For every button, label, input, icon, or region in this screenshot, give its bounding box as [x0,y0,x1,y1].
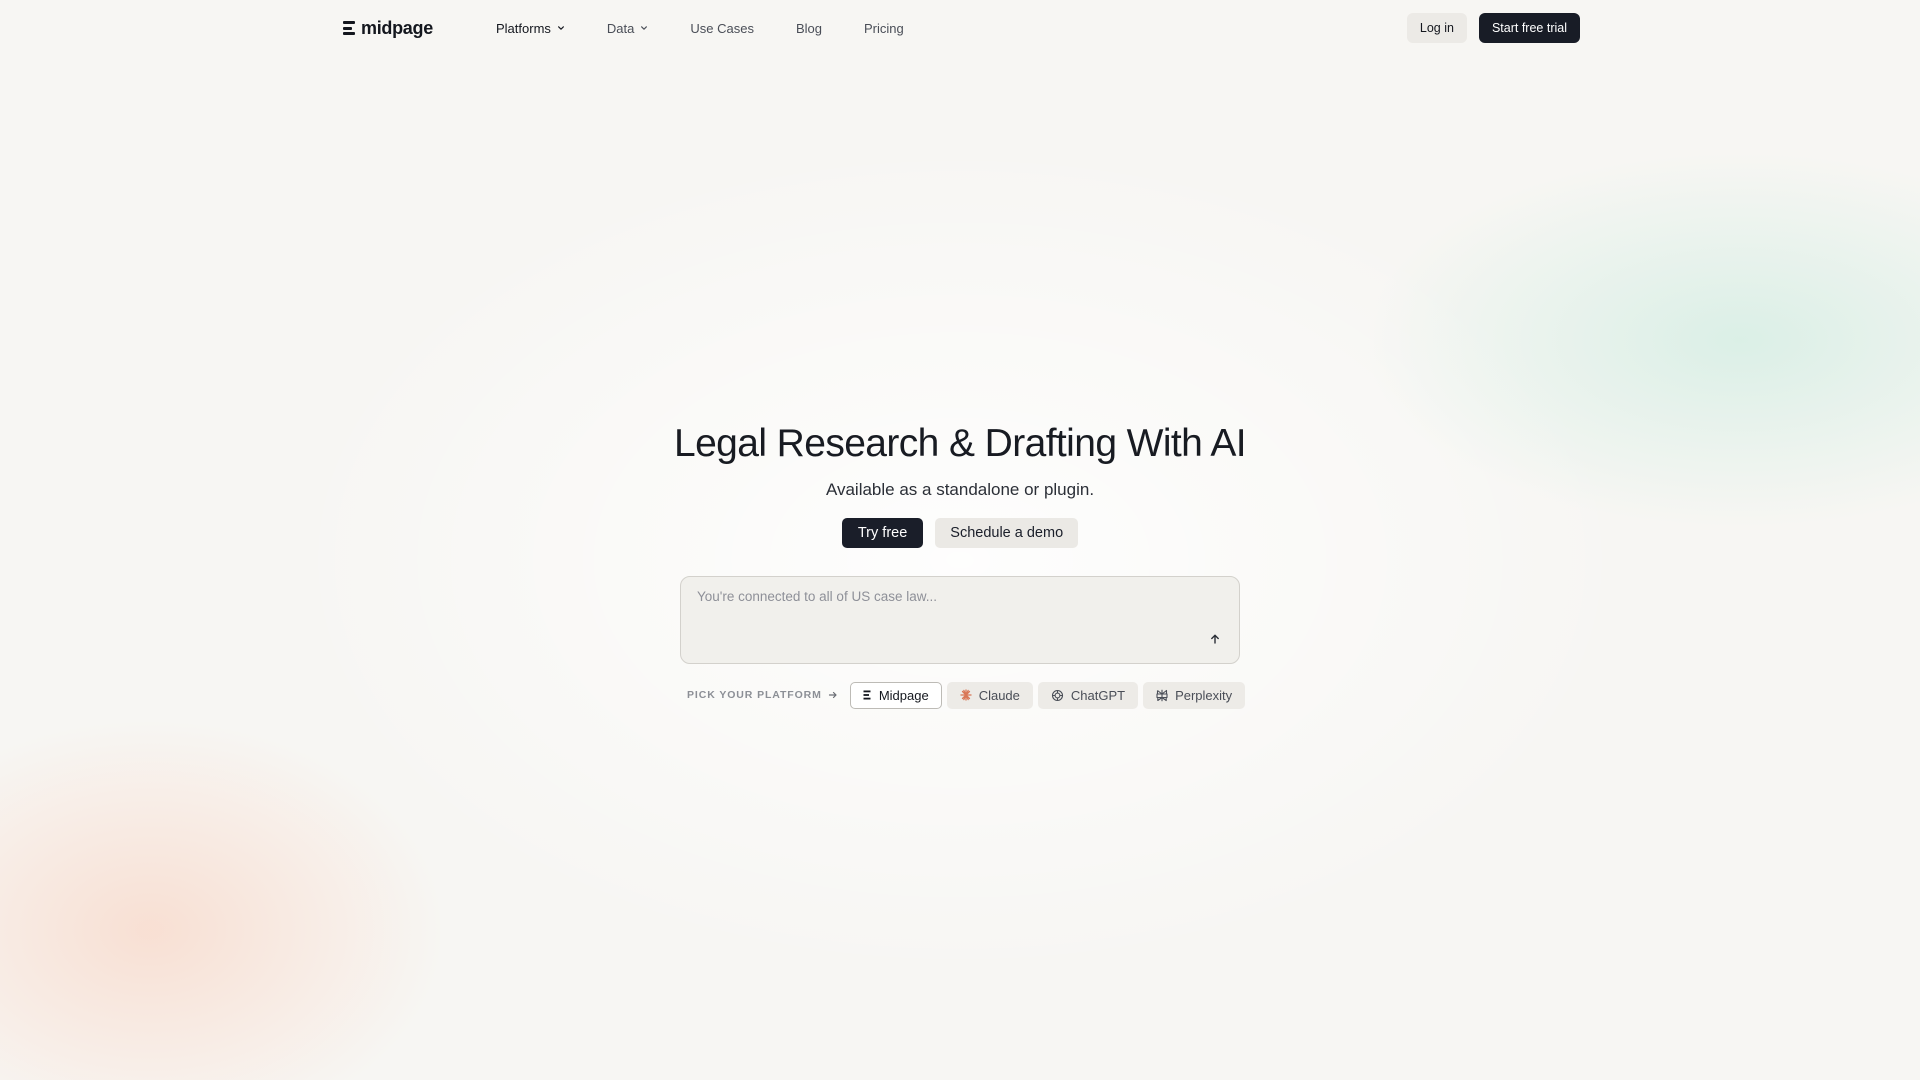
hero-title: Legal Research & Drafting With AI [674,422,1247,465]
prompt-box [680,576,1240,664]
picker-label: PICK YOUR PLATFORM [687,689,838,701]
nav-link-pricing[interactable]: Pricing [864,21,904,36]
nav-link-platforms[interactable]: Platforms [496,21,565,36]
midpage-logo-icon [863,690,871,700]
platform-option-claude[interactable]: Claude [946,681,1033,709]
chevron-down-icon [641,26,648,30]
platform-option-label: Claude [978,687,1020,703]
nav-links: Platforms Data Use Cases Blog Pricing [496,0,946,56]
login-button[interactable]: Log in [1406,13,1467,43]
arrow-up-icon [1211,634,1219,644]
nav-link-blog[interactable]: Blog [796,21,822,36]
midpage-logo-icon [343,21,355,35]
platform-option-label: ChatGPT [1070,687,1126,703]
schedule-demo-button[interactable]: Schedule a demo [935,518,1079,548]
start-free-trial-button[interactable]: Start free trial [1478,13,1580,43]
hero-section: Legal Research & Drafting With AI Availa… [0,420,1920,548]
platform-option-chatgpt[interactable]: ChatGPT [1037,681,1139,709]
prompt-input[interactable] [697,589,1197,619]
platform-option-perplexity[interactable]: Perplexity [1143,681,1246,709]
nav-link-use-cases[interactable]: Use Cases [690,21,754,36]
claude-logo-icon [960,689,972,701]
hero-subtitle: Available as a standalone or plugin. [825,480,1095,499]
platform-option-midpage[interactable]: Midpage [849,681,942,709]
nav-link-data[interactable]: Data [607,21,648,36]
nav-link-label: Data [606,20,635,36]
perplexity-logo-icon [1156,689,1168,701]
nav-link-label: Pricing [863,20,904,36]
brand-name: midpage [361,17,433,38]
platform-picker: PICK YOUR PLATFORM Midpage Claude ChatGP… [687,681,1250,709]
nav-link-label: Platforms [496,20,551,36]
hero-cta-group: Try free Schedule a demo [0,518,1920,548]
nav-link-label: Blog [795,20,822,36]
brand-logo[interactable]: midpage [343,16,433,40]
send-button[interactable] [1207,631,1223,647]
picker-label-text: PICK YOUR PLATFORM [687,689,822,701]
page: midpage Platforms Data Use Cases Blog Pr… [0,0,1920,1080]
arrow-right-icon [828,691,837,699]
chevron-down-icon [557,26,564,30]
platform-option-label: Midpage [878,687,929,703]
platform-option-label: Perplexity [1175,687,1233,703]
try-free-button[interactable]: Try free [841,518,924,548]
nav-link-label: Use Cases [690,20,754,36]
chatgpt-logo-icon [1051,689,1063,701]
nav-actions: Log in Start free trial [1406,13,1580,43]
top-navigation: midpage Platforms Data Use Cases Blog Pr… [0,0,1920,56]
